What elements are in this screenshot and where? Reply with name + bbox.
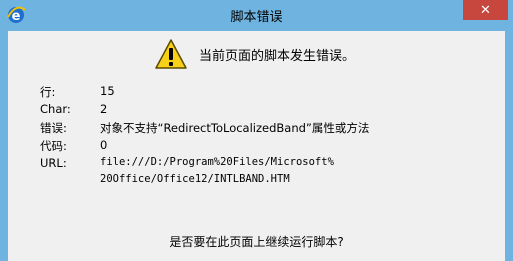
line-label: 行: (40, 85, 56, 99)
url-label: URL: (40, 156, 67, 170)
error-headline: 当前页面的脚本发生错误。 (199, 49, 356, 64)
url-value-line2: 20Office/Office12/INTLBAND.HTM (100, 173, 290, 185)
title-bar[interactable]: e 脚本错误 ✕ (0, 0, 513, 30)
char-value: 2 (100, 102, 108, 116)
continue-question: 是否要在此页面上继续运行脚本? (169, 235, 344, 249)
code-label: 代码: (40, 139, 67, 153)
script-error-dialog: e 脚本错误 ✕ 当前页面的脚本发生错误。 行: 15 Char: 2 错误: … (0, 0, 513, 261)
error-label: 错误: (40, 121, 67, 135)
close-button[interactable]: ✕ (463, 0, 508, 20)
url-value-line1: file:///D:/Program%20Files/Microsoft% (100, 156, 334, 168)
close-icon: ✕ (480, 2, 491, 18)
line-value: 15 (100, 84, 115, 98)
window-title: 脚本错误 (230, 10, 283, 25)
warning-triangle-icon (155, 39, 187, 69)
char-label: Char: (40, 102, 71, 116)
error-value: 对象不支持“RedirectToLocalizedBand”属性或方法 (100, 121, 370, 135)
dialog-body: 当前页面的脚本发生错误。 行: 15 Char: 2 错误: 对象不支持“Red… (8, 31, 505, 261)
code-value: 0 (100, 138, 108, 152)
